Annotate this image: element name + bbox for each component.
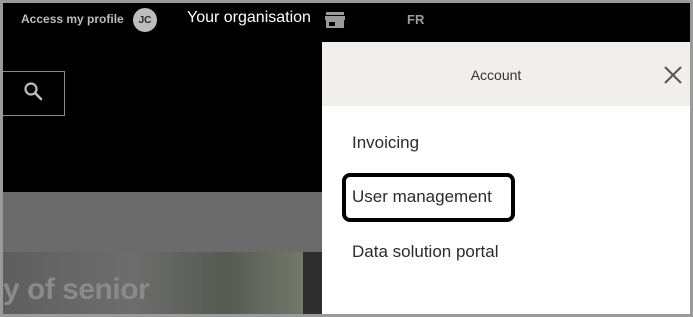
- menu-item-data-solution-portal[interactable]: Data solution portal: [352, 242, 498, 262]
- access-profile-link[interactable]: Access my profile: [21, 12, 124, 26]
- menu-item-invoicing[interactable]: Invoicing: [352, 133, 419, 153]
- language-switch[interactable]: FR: [407, 12, 424, 27]
- search-button[interactable]: [3, 71, 65, 116]
- menu-item-user-management[interactable]: User management: [352, 187, 492, 207]
- your-organisation-link[interactable]: Your organisation: [187, 9, 311, 27]
- hero-image-edge: [303, 252, 323, 314]
- panel-title: Account: [470, 67, 522, 83]
- close-icon[interactable]: [662, 64, 684, 86]
- search-icon: [23, 81, 43, 106]
- hero-heading: y of senior: [3, 273, 150, 306]
- top-bar: Access my profile JC Your organisation F…: [3, 3, 690, 41]
- grey-band: [3, 192, 323, 252]
- account-panel: Account Invoicing User management Data s…: [322, 42, 690, 314]
- store-icon[interactable]: [325, 11, 345, 29]
- account-panel-header: Account: [322, 42, 690, 106]
- app-frame: Access my profile JC Your organisation F…: [0, 0, 693, 317]
- avatar[interactable]: JC: [133, 8, 157, 32]
